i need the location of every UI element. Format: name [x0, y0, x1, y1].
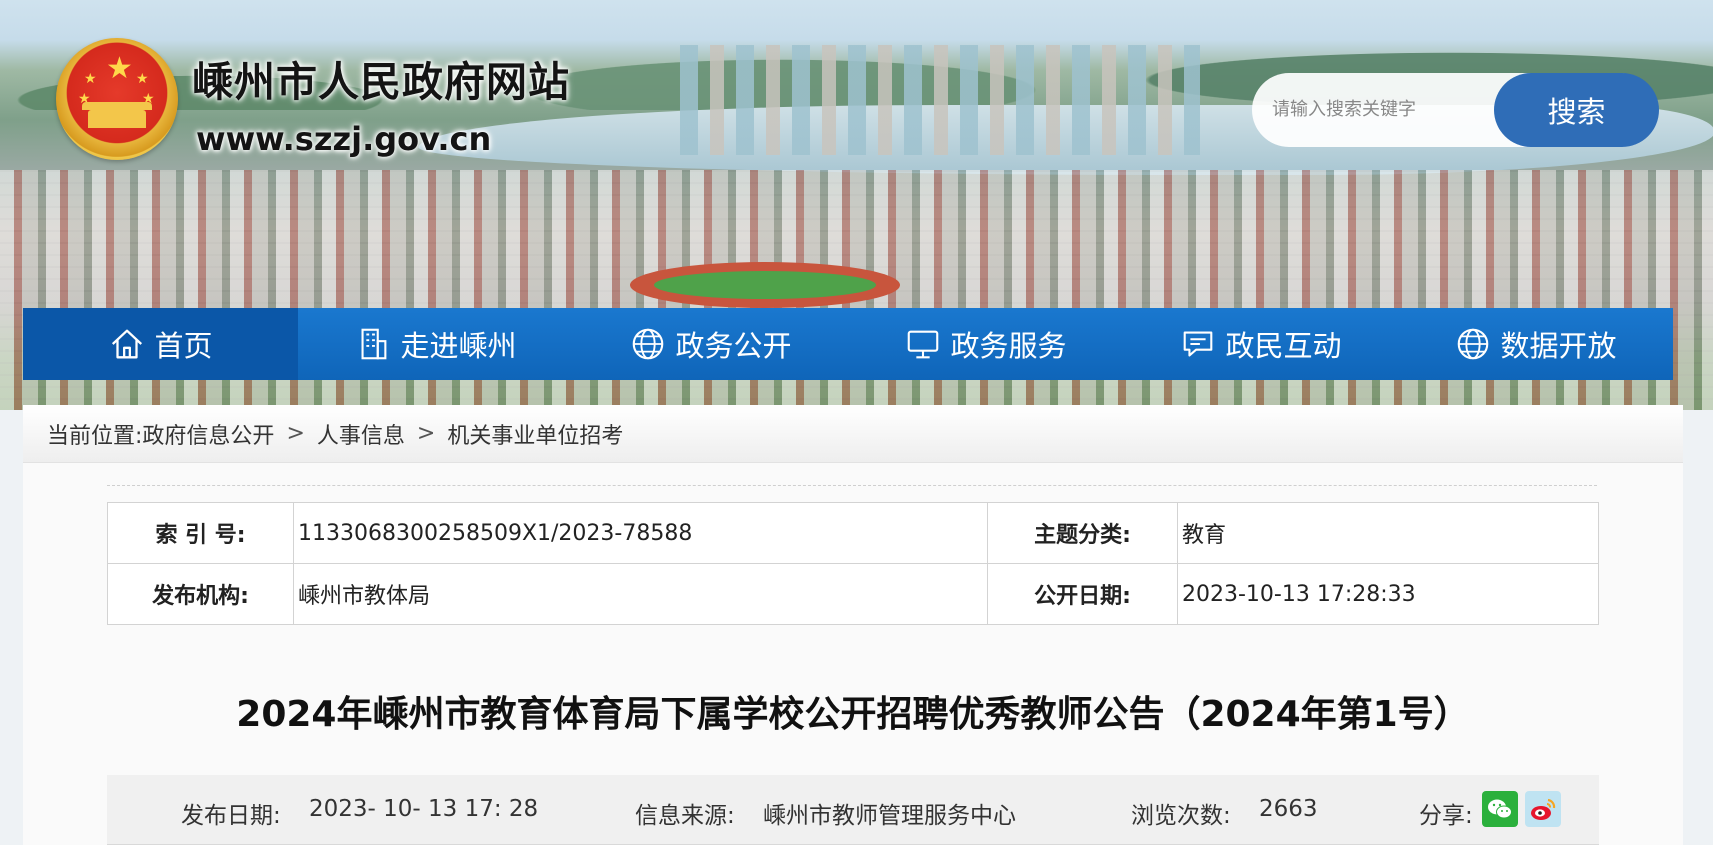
- divider: [107, 485, 1597, 486]
- breadcrumb-link-recruitment[interactable]: 机关事业单位招考: [447, 418, 623, 450]
- nav-item-gov-services[interactable]: 政务服务: [848, 308, 1123, 380]
- source-label: 信息来源:: [635, 803, 735, 829]
- building-icon: [361, 328, 387, 360]
- site-url[interactable]: www.szzj.gov.cn: [196, 120, 491, 158]
- banner-stadium: [630, 262, 900, 308]
- nav-item-interaction[interactable]: 政民互动: [1123, 308, 1398, 380]
- nav-item-label: 政民互动: [1225, 329, 1342, 363]
- article-info-bar: 发布日期: 2023- 10- 13 17: 28 信息来源: 嵊州市教师管理服…: [107, 775, 1599, 845]
- nav-item-open-data[interactable]: 数据开放: [1398, 308, 1673, 380]
- content-panel: 当前位置: 政府信息公开 > 人事信息 > 机关事业单位招考 索 引 号: 11…: [23, 405, 1683, 845]
- nav-item-about[interactable]: 走进嵊州: [298, 308, 573, 380]
- home-icon: [112, 329, 143, 359]
- views-value: 2663: [1259, 796, 1318, 822]
- chat-icon: [1184, 331, 1213, 357]
- nav-item-label: 走进嵊州: [400, 329, 517, 363]
- wechat-share-icon[interactable]: [1482, 791, 1518, 827]
- breadcrumb-prefix: 当前位置:: [47, 423, 143, 449]
- nav-item-label: 政务服务: [950, 329, 1067, 363]
- nav-item-label: 首页: [154, 329, 213, 363]
- open-date-value: 2023-10-13 17:28:33: [1177, 563, 1599, 625]
- source-value: 嵊州市教师管理服务中心: [763, 803, 1016, 829]
- publisher-value: 嵊州市教体局: [293, 563, 988, 625]
- nav-item-gov-affairs[interactable]: 政务公开: [573, 308, 848, 380]
- index-label: 索 引 号:: [107, 502, 294, 564]
- breadcrumb-separator: >: [416, 421, 436, 446]
- table-row: 索 引 号: 1133068300258509X1/2023-78588 主题分…: [107, 502, 1599, 564]
- site-title[interactable]: 嵊州市人民政府网站: [192, 48, 570, 108]
- banner-towers: [680, 45, 1200, 155]
- info-meta-table: 索 引 号: 1133068300258509X1/2023-78588 主题分…: [107, 502, 1599, 625]
- publish-date-label: 发布日期:: [181, 803, 281, 829]
- weibo-share-icon[interactable]: [1525, 791, 1561, 827]
- nav-item-label: 政务公开: [675, 329, 792, 363]
- breadcrumb: 当前位置: 政府信息公开 > 人事信息 > 机关事业单位招考: [23, 405, 1683, 463]
- nav-item-label: 数据开放: [1500, 329, 1617, 363]
- publisher-label: 发布机构:: [107, 563, 294, 625]
- national-emblem-icon: ★ ★ ★ ★ ★: [56, 38, 178, 160]
- open-date-label: 公开日期:: [987, 563, 1178, 625]
- monitor-icon: [908, 330, 939, 359]
- publish-date-value: 2023- 10- 13 17: 28: [309, 796, 539, 822]
- share-label: 分享:: [1419, 803, 1473, 829]
- nav-item-home[interactable]: 首页: [23, 308, 298, 380]
- search-button[interactable]: 搜索: [1494, 73, 1659, 147]
- breadcrumb-link-gov-info[interactable]: 政府信息公开: [142, 418, 274, 450]
- topic-value: 教育: [1177, 502, 1599, 564]
- search-input[interactable]: [1272, 89, 1502, 129]
- index-value: 1133068300258509X1/2023-78588: [293, 502, 988, 564]
- views-label: 浏览次数:: [1131, 803, 1231, 829]
- globe-icon: [1458, 328, 1489, 360]
- topic-label: 主题分类:: [987, 502, 1178, 564]
- breadcrumb-separator: >: [286, 421, 305, 446]
- breadcrumb-link-personnel[interactable]: 人事信息: [317, 418, 405, 450]
- globe-icon: [633, 328, 664, 360]
- article-title: 2024年嵊州市教育体育局下属学校公开招聘优秀教师公告（2024年第1号）: [236, 694, 1470, 735]
- main-nav: 首页 走进嵊州 政务公开 政务服务 政民互动 数据开放: [23, 308, 1673, 380]
- table-row: 发布机构: 嵊州市教体局 公开日期: 2023-10-13 17:28:33: [107, 563, 1599, 625]
